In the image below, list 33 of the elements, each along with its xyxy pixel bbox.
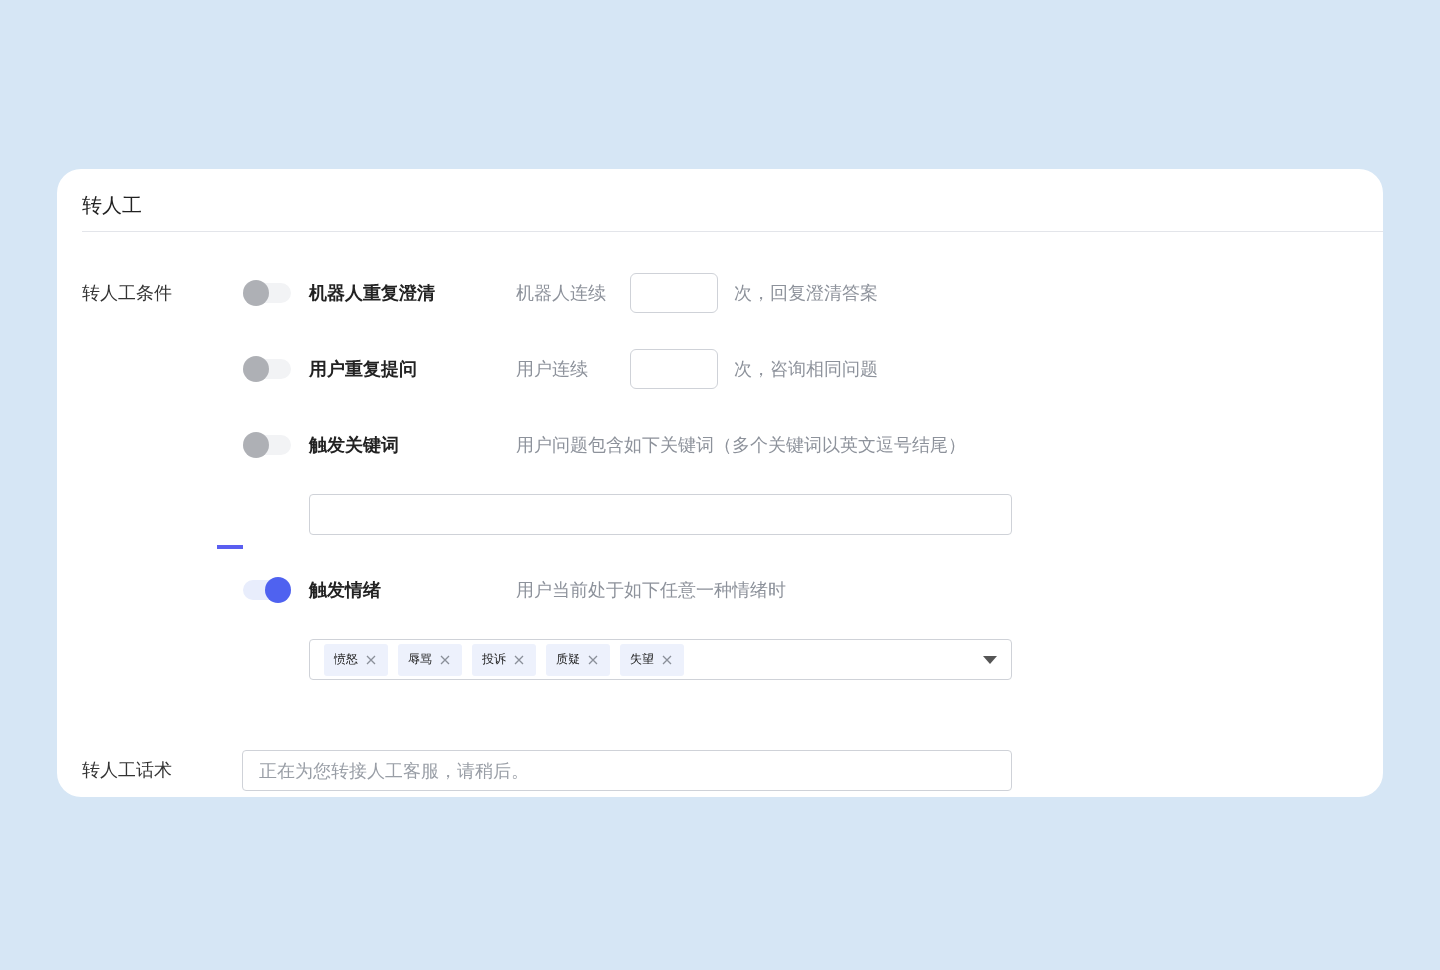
condition-text: 次，回复澄清答案 — [734, 281, 878, 305]
toggle-switch[interactable] — [243, 580, 291, 600]
condition-name: 用户重复提问 — [309, 357, 418, 381]
condition-text: 机器人连续 — [516, 281, 607, 305]
condition-hint: 用户当前处于如下任意一种情绪时 — [516, 578, 786, 602]
close-icon[interactable] — [440, 654, 450, 665]
keyword-input[interactable] — [309, 494, 1012, 535]
condition-name: 触发情绪 — [309, 578, 382, 602]
condition-hint: 用户问题包含如下关键词（多个关键词以英文逗号结尾） — [516, 433, 966, 457]
condition-text: 次，咨询相同问题 — [734, 357, 878, 381]
emotion-select[interactable]: 愤怒 辱骂 投诉 质疑 失望 — [309, 639, 1012, 680]
close-icon[interactable] — [662, 654, 672, 665]
caret-icon[interactable] — [983, 655, 997, 664]
script-input[interactable]: 正在为您转接人工客服，请稍后。 — [242, 750, 1012, 791]
close-icon[interactable] — [514, 654, 524, 665]
tag-label: 失望 — [630, 651, 654, 668]
tag-label: 辱骂 — [408, 651, 432, 668]
toggle-switch[interactable] — [243, 359, 291, 379]
condition-name: 触发关键词 — [309, 433, 400, 457]
tag-label: 投诉 — [482, 651, 506, 668]
card-title: 转人工 — [82, 192, 143, 219]
close-icon[interactable] — [588, 654, 598, 665]
toggle-switch[interactable] — [243, 435, 291, 455]
toggle-switch[interactable] — [243, 283, 291, 303]
tag-label: 愤怒 — [334, 651, 358, 668]
condition-name: 机器人重复澄清 — [309, 281, 436, 305]
count-input[interactable] — [630, 349, 718, 389]
field-label: 转人工话术 — [82, 758, 173, 782]
count-input[interactable] — [630, 273, 718, 313]
condition-text: 用户连续 — [516, 357, 589, 381]
field-label: 转人工条件 — [82, 281, 173, 305]
tag-label: 质疑 — [556, 651, 580, 668]
close-icon[interactable] — [366, 654, 376, 665]
